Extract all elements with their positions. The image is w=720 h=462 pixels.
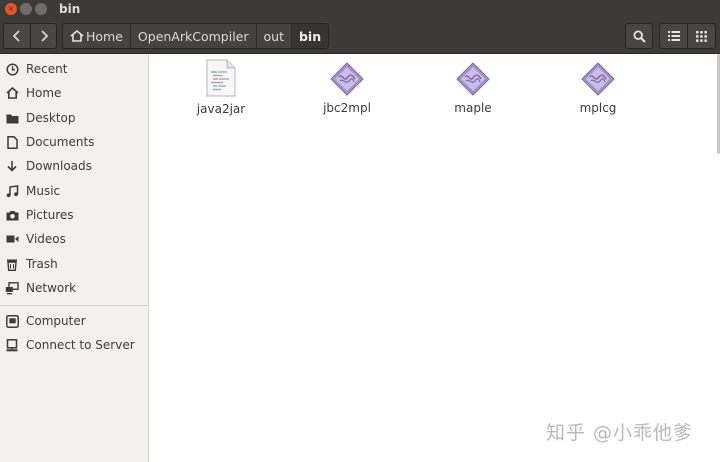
file-name: jbc2mpl [323, 101, 371, 115]
music-icon [5, 184, 19, 198]
network-icon [5, 281, 19, 295]
document-icon [5, 135, 19, 149]
breadcrumb-label: OpenArkCompiler [137, 28, 249, 44]
executable-icon [456, 62, 490, 96]
search-icon [632, 29, 646, 43]
grid-view-button[interactable] [687, 24, 715, 48]
folder-icon [5, 111, 19, 125]
download-icon [5, 159, 19, 173]
chevron-left-icon [12, 30, 20, 42]
breadcrumb-home[interactable]: Home [63, 24, 130, 48]
file-java2jar[interactable]: java2jar [176, 59, 266, 116]
breadcrumb-out[interactable]: out [255, 24, 291, 48]
executable-icon [330, 62, 364, 96]
home-icon [5, 86, 19, 100]
clock-icon [5, 62, 19, 76]
forward-button[interactable] [30, 24, 56, 48]
breadcrumb-label: Home [86, 28, 123, 44]
close-glyph: × [7, 3, 15, 13]
sidebar-item-label: Music [26, 184, 61, 198]
sidebar-item-label: Desktop [26, 111, 76, 125]
sidebar-item-label: Home [26, 86, 62, 100]
watermark: 知乎 @小乖他爹 [546, 422, 694, 444]
breadcrumb-label: bin [298, 28, 322, 44]
sidebar-item-label: Computer [26, 314, 86, 328]
search-button[interactable] [625, 23, 653, 49]
sidebar-item-downloads[interactable]: Downloads [0, 155, 148, 177]
sidebar-item-connect-to-server[interactable]: Connect to Server [0, 334, 148, 356]
camera-icon [5, 208, 19, 222]
window-title: bin [59, 1, 81, 16]
file-maple[interactable]: maple [428, 62, 518, 115]
toolbar: Home OpenArkCompiler out bin [0, 17, 720, 54]
sidebar-item-label: Trash [26, 257, 58, 271]
trash-icon [5, 257, 19, 271]
sidebar-separator [0, 305, 148, 306]
home-icon [70, 30, 84, 42]
sidebar-item-label: Pictures [26, 208, 74, 222]
file-mplcg[interactable]: mplcg [553, 62, 643, 115]
sidebar-item-trash[interactable]: Trash [0, 253, 148, 275]
file-name: mplcg [579, 101, 617, 115]
sidebar-item-desktop[interactable]: Desktop [0, 107, 148, 129]
close-icon[interactable]: × [5, 2, 17, 15]
list-view-button[interactable] [660, 24, 687, 48]
file-name: java2jar [196, 102, 246, 116]
title-bar: × bin [0, 0, 720, 17]
sidebar: Recent Home Desktop Documents Downloads … [0, 54, 149, 462]
sidebar-item-label: Network [26, 281, 77, 295]
video-icon [5, 232, 19, 246]
maximize-icon[interactable] [35, 2, 47, 15]
file-jbc2mpl[interactable]: jbc2mpl [302, 62, 392, 115]
breadcrumb-openarkcompiler[interactable]: OpenArkCompiler [129, 24, 256, 48]
sidebar-item-pictures[interactable]: Pictures [0, 204, 148, 226]
sidebar-item-home[interactable]: Home [0, 82, 148, 104]
minimize-icon[interactable] [20, 2, 32, 15]
breadcrumb-label: out [263, 28, 284, 44]
sidebar-item-label: Connect to Server [26, 338, 135, 352]
sidebar-item-computer[interactable]: Computer [0, 310, 148, 332]
sidebar-item-documents[interactable]: Documents [0, 131, 148, 153]
file-view: java2jar jbc2mpl maple mplcg [150, 54, 720, 462]
server-icon [5, 338, 19, 352]
sidebar-item-videos[interactable]: Videos [0, 228, 148, 250]
grid-view-icon [696, 30, 708, 42]
executable-icon [581, 62, 615, 96]
breadcrumb-bin[interactable]: bin [290, 24, 329, 48]
sidebar-item-label: Recent [26, 62, 68, 76]
sidebar-item-label: Downloads [26, 159, 92, 173]
view-toggle [659, 23, 716, 49]
sidebar-item-music[interactable]: Music [0, 180, 148, 202]
file-name: maple [454, 101, 492, 115]
nav-buttons [3, 23, 57, 49]
sidebar-item-label: Videos [26, 232, 66, 246]
text-script-icon [206, 59, 236, 97]
chevron-right-icon [40, 30, 48, 42]
sidebar-item-label: Documents [26, 135, 95, 149]
computer-icon [5, 314, 19, 328]
sidebar-item-network[interactable]: Network [0, 277, 148, 299]
sidebar-item-recent[interactable]: Recent [0, 58, 148, 80]
list-view-icon [667, 31, 680, 41]
back-button[interactable] [4, 24, 30, 48]
breadcrumb: Home OpenArkCompiler out bin [62, 23, 330, 49]
